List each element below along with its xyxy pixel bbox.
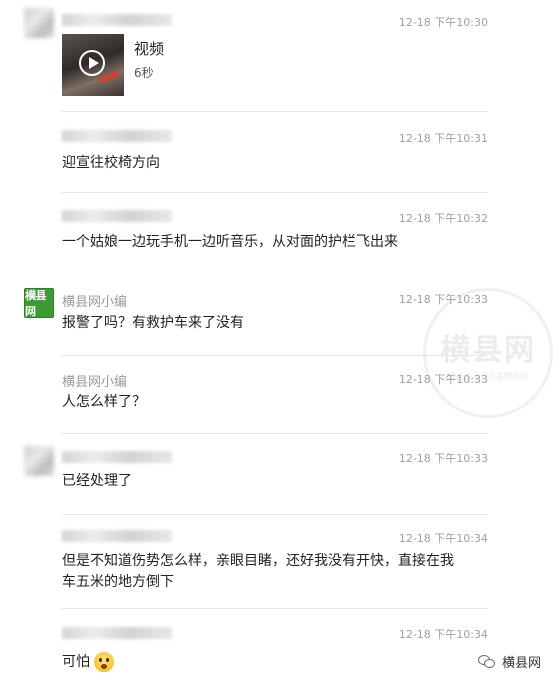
message-text-row: 可怕 — [62, 652, 455, 673]
message: 12-18 下午10:33 已经处理了 — [0, 434, 555, 516]
fearful-face-icon — [94, 652, 114, 672]
timestamp: 12-18 下午10:30 — [398, 16, 488, 29]
sender-name: 横县网小编 — [62, 295, 128, 310]
sender-name-blurred — [62, 130, 172, 142]
message: 12-18 下午10:34 可怕 — [0, 609, 555, 684]
timestamp: 12-18 下午10:32 — [398, 212, 488, 225]
message-text: 报警了吗？有救护车来了没有 — [62, 315, 244, 331]
message: 12-18 下午10:32 一个姑娘一边玩手机一边听音乐，从对面的护栏飞出来 — [0, 193, 555, 275]
video-title: 视频 — [134, 40, 165, 58]
timestamp: 12-18 下午10:33 — [398, 452, 488, 465]
account-name: 横县网 — [501, 656, 541, 671]
sender-name-blurred — [62, 210, 172, 222]
video-frame-detail — [97, 70, 121, 84]
avatar[interactable] — [24, 446, 54, 476]
message: 横县网 横县网小编 12-18 下午10:33 报警了吗？有救护车来了没有 — [0, 282, 555, 362]
sender-name-blurred — [62, 627, 172, 639]
message-text: 一个姑娘一边玩手机一边听音乐，从对面的护栏飞出来 — [62, 234, 398, 250]
avatar[interactable] — [24, 8, 54, 38]
wechat-icon — [477, 654, 496, 669]
message: 横县网小编 12-18 下午10:33 人怎么样了？ — [0, 356, 555, 436]
timestamp: 12-18 下午10:34 — [398, 628, 488, 641]
sender-name-blurred — [62, 530, 172, 542]
message: 12-18 下午10:34 但是不知道伤势怎么样，亲眼目睹，还好我没有开快，直接… — [0, 515, 555, 610]
brand-avatar-label: 横县网 — [25, 289, 47, 318]
timestamp: 12-18 下午10:31 — [398, 132, 488, 145]
message-text: 人怎么样了？ — [62, 394, 146, 410]
sender-name-blurred — [62, 451, 172, 463]
sender-name: 横县网小编 — [62, 375, 128, 390]
play-icon[interactable] — [79, 50, 105, 76]
message-text: 迎宣往校椅方向 — [62, 155, 160, 171]
video-thumbnail[interactable] — [62, 34, 124, 96]
message: 12-18 下午10:31 迎宣往校椅方向 — [0, 112, 555, 192]
avatar-brand[interactable]: 横县网 — [24, 288, 54, 318]
timestamp: 12-18 下午10:34 — [398, 532, 488, 545]
timestamp: 12-18 下午10:33 — [398, 373, 488, 386]
sender-name-blurred — [62, 14, 172, 26]
message-text: 可怕 — [62, 654, 90, 670]
message-video: 12-18 下午10:30 视频 6秒 — [0, 0, 555, 110]
account-badge[interactable]: 横县网 — [477, 652, 541, 671]
message-text: 但是不知道伤势怎么样，亲眼目睹，还好我没有开快，直接在我车五米的地方倒下 — [62, 553, 454, 590]
timestamp: 12-18 下午10:33 — [398, 293, 488, 306]
message-text: 已经处理了 — [62, 473, 132, 489]
video-duration: 6秒 — [134, 66, 154, 80]
